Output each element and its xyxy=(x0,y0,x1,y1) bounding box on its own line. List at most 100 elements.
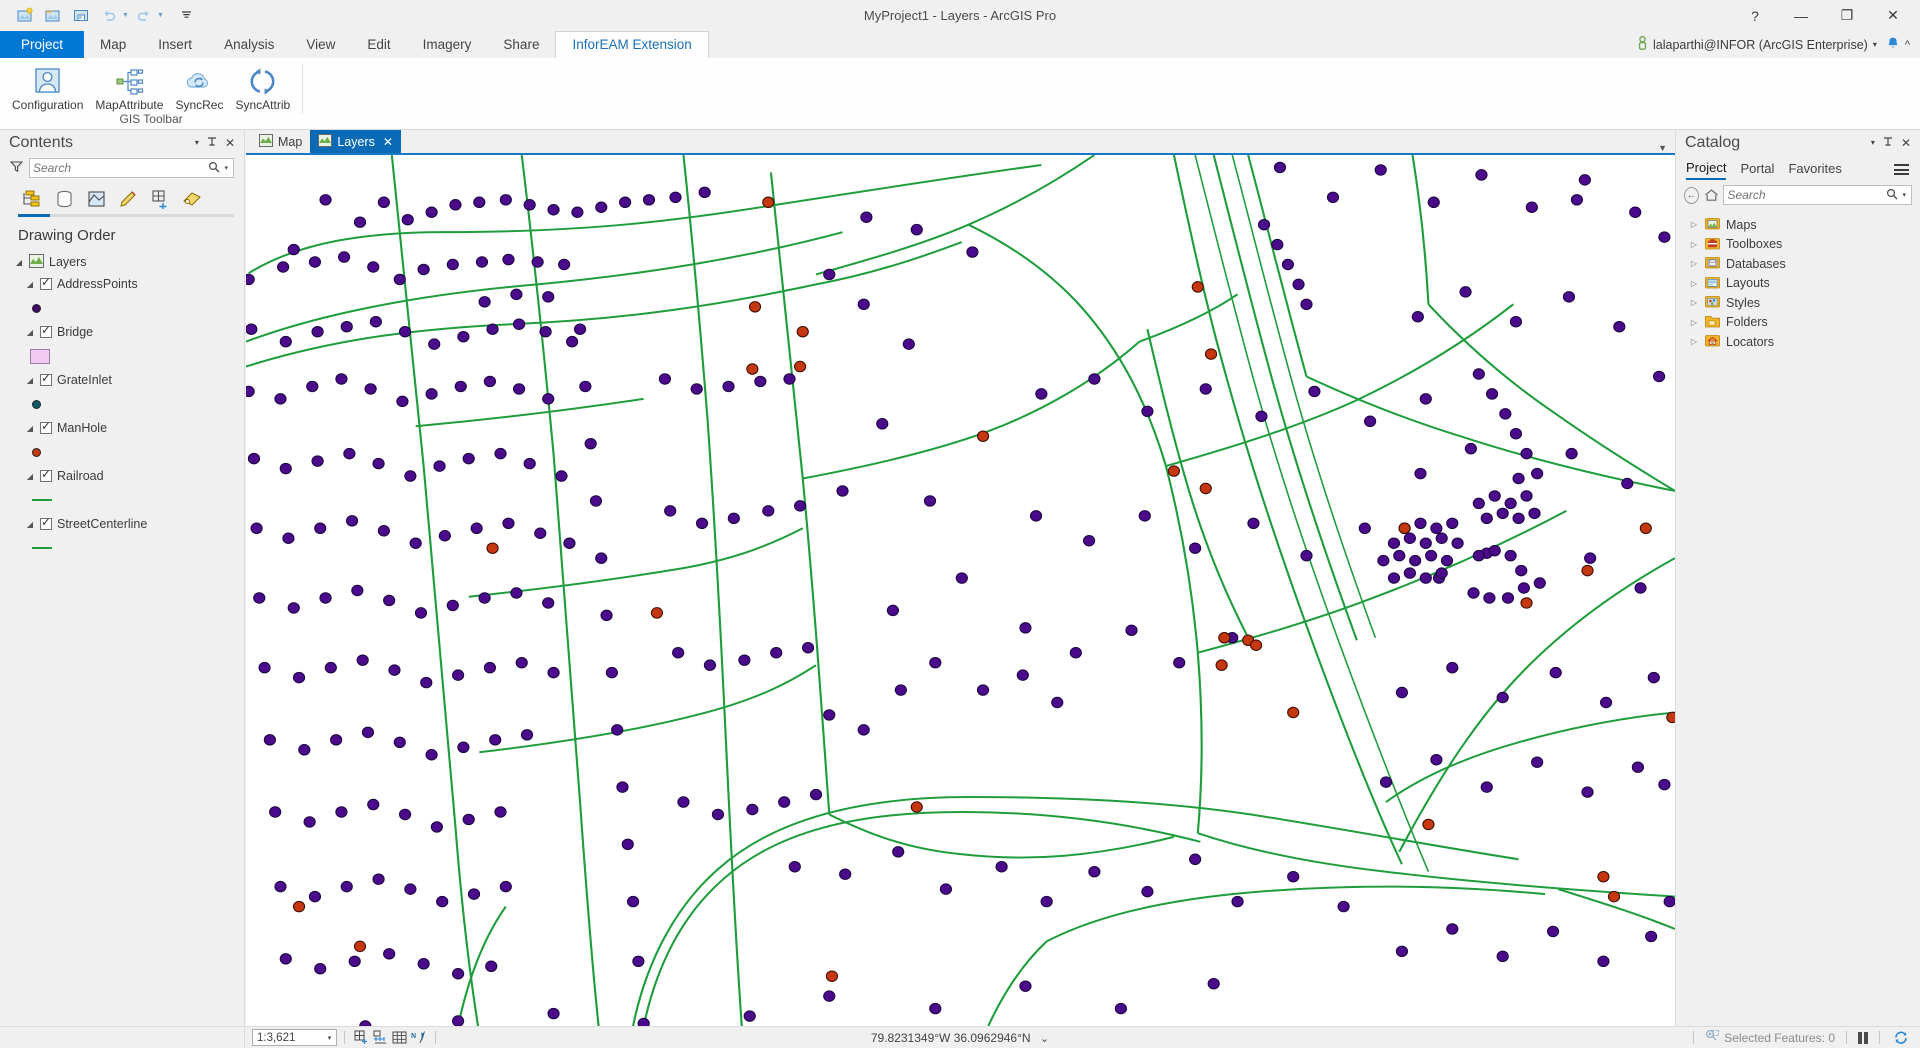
layer-checkbox-addresspoints[interactable] xyxy=(40,278,52,290)
tree-node-grateinlet[interactable]: ◢ GrateInlet xyxy=(4,369,244,391)
list-by-snapping-icon[interactable] xyxy=(146,186,174,212)
catalog-tab-favorites[interactable]: Favorites xyxy=(1788,161,1841,179)
layer-checkbox-railroad[interactable] xyxy=(40,470,52,482)
list-by-labeling-icon[interactable] xyxy=(178,186,206,212)
redo-dropdown-caret[interactable]: ▼ xyxy=(157,12,164,19)
tree-node-bridge[interactable]: ◢ Bridge xyxy=(4,321,244,343)
tree-node-addresspoints[interactable]: ◢ AddressPoints xyxy=(4,273,244,295)
catalog-item-maps[interactable]: ▷ Maps xyxy=(1676,215,1920,235)
expand-twisty-icon[interactable]: ◢ xyxy=(25,280,35,289)
list-by-selection-icon[interactable] xyxy=(82,186,110,212)
expand-twisty-icon[interactable]: ◢ xyxy=(14,258,24,267)
open-project-icon[interactable] xyxy=(40,4,66,28)
catalog-menu-caret-icon[interactable]: ▾ xyxy=(1871,139,1875,147)
account-name[interactable]: lalaparthi@INFOR (ArcGIS Enterprise) xyxy=(1653,38,1868,52)
ribbon-tab-infoream-extension[interactable]: InforEAM Extension xyxy=(555,31,708,59)
catalog-search-caret-icon[interactable]: ▾ xyxy=(1900,191,1908,199)
view-tab-map[interactable]: Map xyxy=(251,130,310,153)
measure-icon[interactable] xyxy=(371,1029,390,1047)
catalog-search-input[interactable] xyxy=(1727,188,1884,202)
contents-pin-icon[interactable] xyxy=(207,137,217,150)
layer-checkbox-grateinlet[interactable] xyxy=(40,374,52,386)
ribbon-tab-share[interactable]: Share xyxy=(487,31,555,58)
catalog-item-toolboxes[interactable]: ▷ Toolboxes xyxy=(1676,235,1920,255)
ribbon-tab-project[interactable]: Project xyxy=(0,31,84,58)
catalog-item-locators[interactable]: ▷ Locators xyxy=(1676,332,1920,352)
contents-close-icon[interactable]: ✕ xyxy=(225,137,235,149)
account-dropdown-caret[interactable]: ▾ xyxy=(1873,40,1877,49)
map-scale-combo[interactable]: 1:3,621 ▾ xyxy=(252,1029,337,1046)
minimize-button[interactable]: — xyxy=(1778,0,1824,31)
catalog-tab-portal[interactable]: Portal xyxy=(1740,161,1774,179)
back-button[interactable]: ← xyxy=(1684,187,1699,204)
add-grid-icon[interactable] xyxy=(352,1029,371,1047)
ribbon-tab-view[interactable]: View xyxy=(290,31,351,58)
sync-record-button[interactable]: SyncRec xyxy=(169,62,229,112)
expand-twisty-icon[interactable]: ◢ xyxy=(25,376,35,385)
undo-dropdown-caret[interactable]: ▼ xyxy=(122,12,129,19)
expand-twisty-icon[interactable]: ◢ xyxy=(25,424,35,433)
tree-node-railroad[interactable]: ◢ Railroad xyxy=(4,465,244,487)
view-tab-layers[interactable]: Layers ✕ xyxy=(310,130,401,153)
catalog-search-box[interactable]: ▾ xyxy=(1723,185,1912,205)
tree-node-manhole[interactable]: ◢ ManHole xyxy=(4,417,244,439)
ribbon-tab-analysis[interactable]: Analysis xyxy=(208,31,290,58)
close-button[interactable]: ✕ xyxy=(1870,0,1916,31)
pause-drawing-icon[interactable] xyxy=(1858,1032,1868,1044)
tree-node-layers-root[interactable]: ◢ Layers xyxy=(4,251,244,273)
catalog-pin-icon[interactable] xyxy=(1883,137,1893,150)
ribbon-tab-imagery[interactable]: Imagery xyxy=(407,31,488,58)
catalog-tab-project[interactable]: Project xyxy=(1686,160,1726,180)
sync-attribute-button[interactable]: SyncAttrib xyxy=(229,62,296,112)
undo-icon[interactable] xyxy=(96,4,122,28)
layer-checkbox-bridge[interactable] xyxy=(40,326,52,338)
expand-twisty-icon[interactable]: ◢ xyxy=(25,520,35,529)
expand-twisty-icon[interactable]: ▷ xyxy=(1689,259,1699,268)
select-features-icon[interactable] xyxy=(1705,1029,1720,1046)
ribbon-tab-edit[interactable]: Edit xyxy=(351,31,406,58)
map-attribute-button[interactable]: MapAttribute xyxy=(89,62,169,112)
view-tabs-overflow-caret-icon[interactable]: ▼ xyxy=(1658,143,1675,153)
help-button[interactable]: ? xyxy=(1732,0,1778,31)
list-by-drawing-order-icon[interactable] xyxy=(18,186,46,212)
expand-twisty-icon[interactable]: ▷ xyxy=(1689,279,1699,288)
contents-menu-caret-icon[interactable]: ▾ xyxy=(195,139,199,147)
redo-icon[interactable] xyxy=(131,4,157,28)
save-project-icon[interactable] xyxy=(68,4,94,28)
refresh-icon[interactable] xyxy=(1891,1029,1910,1047)
catalog-item-styles[interactable]: ▷ Styles xyxy=(1676,293,1920,313)
search-icon[interactable] xyxy=(206,161,222,176)
north-arrow-icon[interactable]: N xyxy=(409,1029,428,1047)
map-scale-caret-icon[interactable]: ▾ xyxy=(323,1034,336,1042)
catalog-item-layouts[interactable]: ▷ Layouts xyxy=(1676,274,1920,294)
filter-icon[interactable] xyxy=(10,160,23,176)
grid-table-icon[interactable] xyxy=(390,1029,409,1047)
coordinates-caret-icon[interactable]: ⌄ xyxy=(1040,1033,1049,1045)
tree-node-streetcenterline[interactable]: ◢ StreetCenterline xyxy=(4,513,244,535)
new-project-icon[interactable] xyxy=(12,4,38,28)
contents-search-input[interactable] xyxy=(33,161,206,175)
maximize-button[interactable]: ❐ xyxy=(1824,0,1870,31)
catalog-item-folders[interactable]: ▷ Folders xyxy=(1676,313,1920,333)
expand-twisty-icon[interactable]: ▷ xyxy=(1689,220,1699,229)
map-canvas[interactable] xyxy=(246,153,1675,1026)
home-icon[interactable] xyxy=(1703,186,1719,205)
view-tab-close-icon[interactable]: ✕ xyxy=(383,135,393,149)
layer-checkbox-manhole[interactable] xyxy=(40,422,52,434)
ribbon-tab-map[interactable]: Map xyxy=(84,31,142,58)
configuration-button[interactable]: Configuration xyxy=(6,62,89,112)
layer-checkbox-streetcenterline[interactable] xyxy=(40,518,52,530)
bell-icon[interactable] xyxy=(1886,36,1900,54)
expand-twisty-icon[interactable]: ◢ xyxy=(25,328,35,337)
list-by-editing-icon[interactable] xyxy=(114,186,142,212)
catalog-close-icon[interactable]: ✕ xyxy=(1901,137,1911,149)
expand-twisty-icon[interactable]: ▷ xyxy=(1689,337,1699,346)
customize-qat-icon[interactable] xyxy=(174,4,200,28)
ribbon-tab-insert[interactable]: Insert xyxy=(142,31,208,58)
expand-twisty-icon[interactable]: ▷ xyxy=(1689,298,1699,307)
expand-twisty-icon[interactable]: ▷ xyxy=(1689,318,1699,327)
search-icon[interactable] xyxy=(1884,188,1900,203)
expand-twisty-icon[interactable]: ▷ xyxy=(1689,240,1699,249)
list-by-data-source-icon[interactable] xyxy=(50,186,78,212)
ribbon-collapse-caret[interactable]: ^ xyxy=(1905,39,1910,51)
